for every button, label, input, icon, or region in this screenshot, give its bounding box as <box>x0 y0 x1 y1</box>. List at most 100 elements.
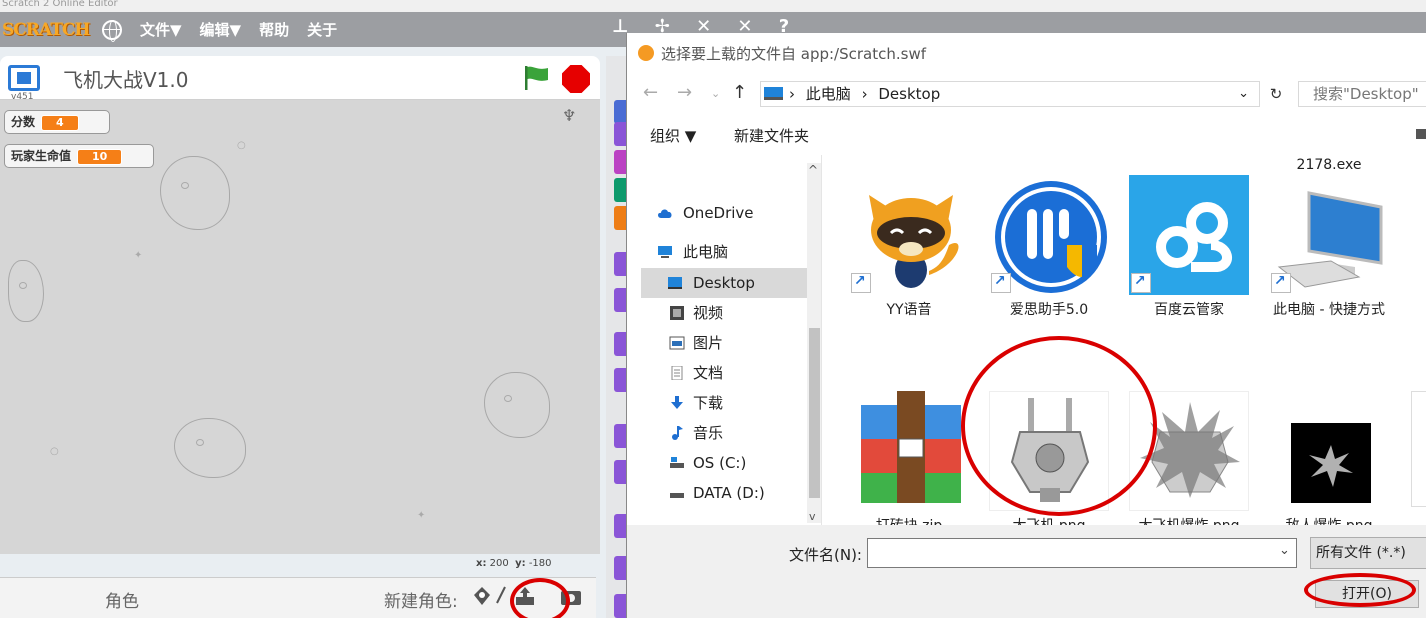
variable-monitor-lives: 玩家生命值 10 <box>4 144 154 168</box>
camera-new-sprite-icon[interactable] <box>560 585 582 607</box>
file-name: 敌人爆炸.png <box>1259 517 1399 525</box>
file-item-enemy-explosion-png[interactable]: 敌人爆炸.png <box>1259 391 1399 525</box>
cloud-icon <box>658 209 672 218</box>
shortcut-arrow-icon <box>1131 273 1151 293</box>
new-folder-button[interactable]: 新建文件夹 <box>734 125 809 146</box>
pane-divider[interactable] <box>821 155 822 525</box>
asteroid-sprite[interactable] <box>484 372 550 438</box>
filename-label: 文件名(N): <box>789 546 862 564</box>
view-options-icon[interactable] <box>1416 129 1426 139</box>
file-item-plane-explosion-png[interactable]: 大飞机爆炸.png <box>1119 391 1259 525</box>
language-globe-icon[interactable] <box>102 19 122 42</box>
recent-locations-chevron-icon[interactable]: ⌄ <box>711 87 720 100</box>
upload-sprite-from-file-icon[interactable] <box>514 585 536 607</box>
music-icon <box>672 426 683 440</box>
baidu-cloud-icon <box>1129 175 1249 295</box>
file-name: YY语音 <box>886 302 932 318</box>
file-name: 大飞机.png <box>979 517 1119 525</box>
scroll-down-icon[interactable]: v <box>809 510 816 523</box>
nav-item-music[interactable]: 音乐 <box>641 418 816 448</box>
menu-help[interactable]: 帮助 <box>259 19 289 40</box>
project-title[interactable]: 飞机大战V1.0 <box>63 64 189 93</box>
nav-item-drive-d[interactable]: DATA (D:) <box>641 478 816 508</box>
presentation-mode-icon[interactable] <box>8 65 40 91</box>
back-arrow-icon[interactable]: ← <box>643 82 658 103</box>
asteroid-sprite[interactable] <box>174 418 246 478</box>
file-item-baidu-cloud[interactable]: 百度云管家 <box>1119 175 1259 320</box>
plane-explosion-icon <box>1129 391 1249 511</box>
nav-item-drive-c[interactable]: OS (C:) <box>641 448 816 478</box>
paint-new-sprite-icon[interactable] <box>494 585 508 607</box>
asteroid-sprite[interactable] <box>8 260 44 322</box>
file-item-partial[interactable] <box>1411 391 1426 507</box>
star-decoration-icon: ○ <box>237 140 246 151</box>
file-name: 打砖块.zip <box>839 517 979 525</box>
file-name: 百度云管家 <box>1154 302 1224 318</box>
file-item-zip[interactable]: 打砖块.zip <box>839 391 979 525</box>
file-item-i4[interactable]: 爱思助手5.0 <box>979 175 1119 320</box>
filename-history-chevron-icon[interactable]: ⌄ <box>1279 543 1290 558</box>
nav-item-downloads[interactable]: 下载 <box>641 388 816 418</box>
i4-assistant-icon <box>989 175 1109 295</box>
up-arrow-icon[interactable]: ↑ <box>732 82 747 103</box>
scratch-logo[interactable]: SCRATCH <box>2 18 90 42</box>
search-input[interactable]: 搜索"Desktop" <box>1298 81 1426 107</box>
asteroid-sprite[interactable] <box>160 156 230 230</box>
file-item-yy[interactable]: YY语音 <box>839 175 979 320</box>
star-decoration-icon: ✦ <box>134 250 143 261</box>
window-title: Scratch 2 Online Editor <box>0 0 1426 12</box>
navigation-pane: OneDrive 此电脑 Desktop 视频 图片 文档 下载 音乐 OS (… <box>641 158 821 542</box>
monitor-label: 玩家生命值 <box>11 149 72 163</box>
open-button[interactable]: 打开(O) <box>1315 580 1419 608</box>
dialog-navbar: ← → ⌄ ↑ › 此电脑 › Desktop ⌄ ↻ 搜索"Desktop" <box>627 75 1426 111</box>
nav-item-this-pc[interactable]: 此电脑 <box>641 237 816 267</box>
stage-header: v451 飞机大战V1.0 <box>0 56 600 102</box>
stop-sign-icon[interactable] <box>562 65 590 93</box>
breadcrumb-separator: › <box>861 85 868 103</box>
nav-item-desktop[interactable]: Desktop <box>641 268 816 298</box>
file-item-plane-png[interactable]: 大飞机.png <box>979 391 1119 525</box>
refresh-icon[interactable]: ↻ <box>1263 81 1289 107</box>
forward-arrow-icon[interactable]: → <box>677 82 692 103</box>
yy-raccoon-icon <box>849 175 969 295</box>
file-open-dialog: 选择要上载的文件自 app:/Scratch.swf ← → ⌄ ↑ › 此电脑… <box>626 33 1426 618</box>
computer-shortcut-icon <box>1269 175 1389 295</box>
computer-icon <box>764 87 783 100</box>
shortcut-arrow-icon <box>1271 273 1291 293</box>
shortcut-arrow-icon <box>851 273 871 293</box>
drive-icon <box>670 457 684 468</box>
nav-item-pictures[interactable]: 图片 <box>641 328 816 358</box>
green-flag-icon[interactable] <box>522 65 550 91</box>
app-icon <box>638 45 654 61</box>
download-icon <box>671 396 683 409</box>
star-decoration-icon: ✦ <box>417 510 426 521</box>
menu-edit[interactable]: 编辑▼ <box>200 19 242 40</box>
file-name: 2178.exe <box>1296 157 1362 173</box>
monitor-value: 4 <box>41 114 79 131</box>
document-icon <box>671 366 683 380</box>
monitor-label: 分数 <box>11 115 36 129</box>
file-item-this-pc-shortcut[interactable]: 2178.exe 此电脑 - 快捷方式 <box>1259 157 1399 320</box>
menu-about[interactable]: 关于 <box>307 19 337 40</box>
file-type-select[interactable]: 所有文件 (*.*) <box>1310 537 1426 569</box>
scroll-up-icon[interactable]: ^ <box>808 163 818 177</box>
breadcrumb-desktop[interactable]: Desktop <box>878 85 940 103</box>
organize-button[interactable]: 组织 ▼ <box>650 125 696 146</box>
nav-item-onedrive[interactable]: OneDrive <box>641 198 816 228</box>
filename-input[interactable] <box>867 538 1297 568</box>
star-decoration-icon: ○ <box>50 446 59 457</box>
scrollbar-thumb[interactable] <box>809 328 820 498</box>
file-list: YY语音 爱思助手5.0 <box>823 155 1426 525</box>
nav-item-documents[interactable]: 文档 <box>641 358 816 388</box>
shortcut-arrow-icon <box>991 273 1011 293</box>
file-name: 爱思助手5.0 <box>1009 302 1089 318</box>
nav-item-videos[interactable]: 视频 <box>641 298 816 328</box>
stage-canvas[interactable]: 分数 4 玩家生命值 10 ✦ ○ ○ ✦ ♆ <box>0 100 600 554</box>
address-bar[interactable]: › 此电脑 › Desktop ⌄ <box>760 81 1260 107</box>
address-dropdown-chevron-icon[interactable]: ⌄ <box>1238 82 1249 106</box>
breadcrumb-this-pc[interactable]: 此电脑 <box>806 85 851 103</box>
choose-sprite-from-library-icon[interactable] <box>471 585 493 607</box>
menu-file[interactable]: 文件▼ <box>140 19 182 40</box>
small-sprite-icon[interactable]: ♆ <box>562 106 576 125</box>
navigation-scrollbar[interactable]: ^ v <box>807 163 822 523</box>
